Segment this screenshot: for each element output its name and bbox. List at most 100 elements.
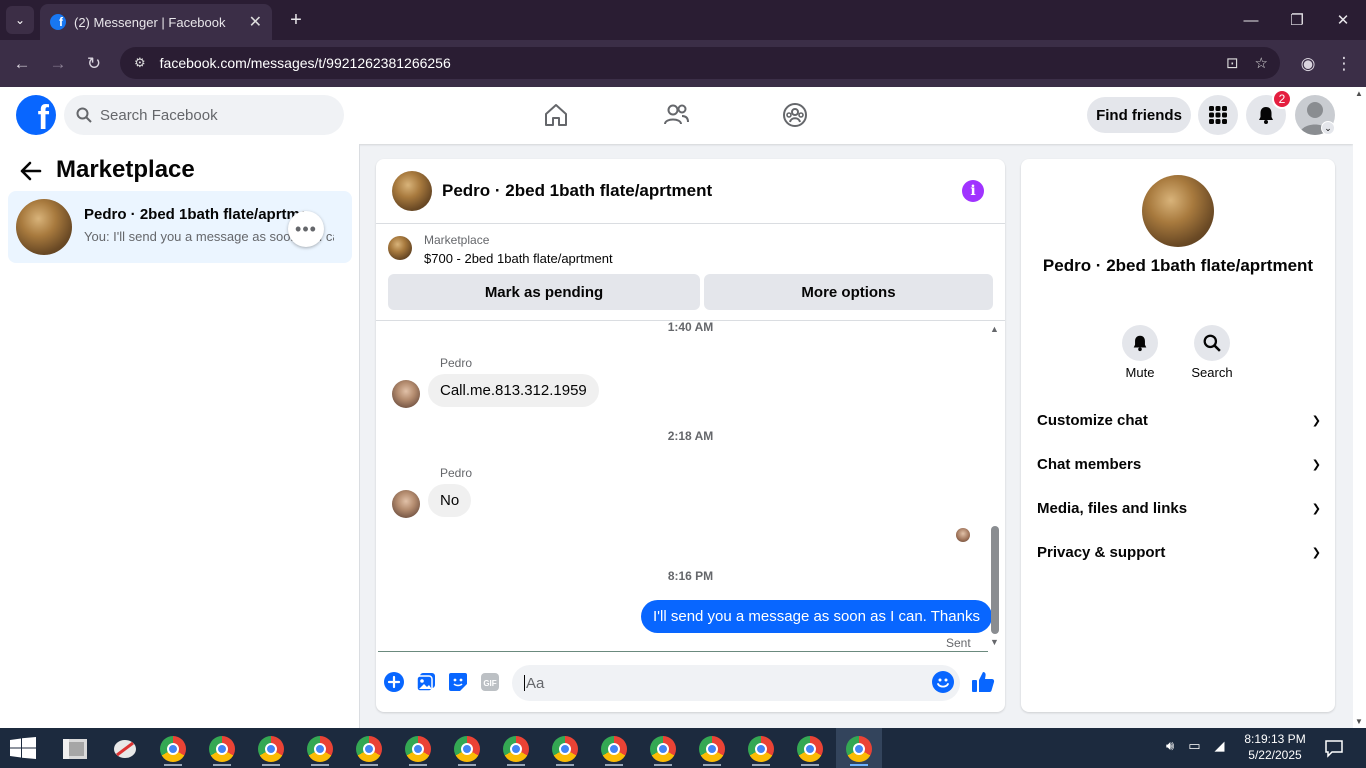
chrome-icon[interactable] bbox=[842, 732, 876, 766]
volume-icon[interactable]: 🔊︎ bbox=[1166, 738, 1174, 754]
chrome-icon[interactable] bbox=[450, 732, 484, 766]
message-input[interactable]: Aa bbox=[512, 665, 960, 701]
chrome-icon[interactable] bbox=[793, 732, 827, 766]
forward-button[interactable]: → bbox=[44, 50, 72, 78]
chrome-icon[interactable] bbox=[499, 732, 533, 766]
chrome-icon[interactable] bbox=[303, 732, 337, 766]
svg-text:GIF: GIF bbox=[483, 679, 496, 688]
notification-center-icon[interactable] bbox=[1324, 738, 1344, 758]
message-bubble[interactable]: No bbox=[428, 484, 472, 517]
facebook-search-input[interactable]: Search Facebook bbox=[64, 95, 344, 135]
bell-icon bbox=[1259, 107, 1273, 124]
reload-button[interactable]: ↻ bbox=[80, 50, 108, 78]
divider bbox=[376, 223, 1005, 224]
close-window-button[interactable]: ✕ bbox=[1328, 8, 1358, 32]
network-icon[interactable]: ◢ bbox=[1215, 738, 1225, 754]
search-placeholder: Search Facebook bbox=[100, 106, 218, 124]
timestamp: 1:40 AM bbox=[667, 320, 714, 334]
groups-icon[interactable] bbox=[779, 99, 811, 131]
maximize-button[interactable]: ❐ bbox=[1282, 8, 1312, 32]
chrome-icon[interactable] bbox=[597, 732, 631, 766]
scroll-down-arrow-icon[interactable]: ▼ bbox=[990, 637, 999, 647]
timestamp: 8:16 PM bbox=[667, 569, 714, 583]
home-icon[interactable] bbox=[540, 99, 572, 131]
address-bar[interactable]: ⚙ facebook.com/messages/t/99212623812662… bbox=[120, 47, 1280, 79]
scroll-up-arrow-icon[interactable]: ▲ bbox=[1355, 89, 1363, 98]
battery-icon[interactable]: ▭ bbox=[1188, 738, 1200, 754]
menu-grid-button[interactable] bbox=[1198, 95, 1238, 135]
file-explorer-icon[interactable] bbox=[58, 732, 92, 766]
chat-members-section[interactable]: Chat members ❯ bbox=[1037, 452, 1321, 476]
bookmark-star-icon[interactable]: ☆ bbox=[1255, 54, 1268, 72]
listing-title[interactable]: $700 - 2bed 1bath flate/aprtment bbox=[424, 251, 613, 266]
chrome-icon[interactable] bbox=[646, 732, 680, 766]
sticker-icon[interactable] bbox=[447, 671, 469, 693]
mute-button[interactable] bbox=[1122, 325, 1158, 361]
chat-avatar[interactable] bbox=[392, 171, 432, 211]
close-tab-icon[interactable]: ✕ bbox=[249, 12, 262, 32]
friends-icon[interactable] bbox=[660, 99, 692, 131]
site-settings-icon[interactable]: ⚙ bbox=[134, 55, 146, 71]
chrome-icon[interactable] bbox=[401, 732, 435, 766]
sender-avatar[interactable] bbox=[392, 380, 420, 408]
chrome-icon[interactable] bbox=[156, 732, 190, 766]
media-files-links-section[interactable]: Media, files and links ❯ bbox=[1037, 496, 1321, 520]
search-icon bbox=[1203, 334, 1221, 352]
new-tab-button[interactable]: + bbox=[284, 8, 308, 32]
install-app-icon[interactable]: ⊡ bbox=[1226, 54, 1239, 72]
search-in-chat-button[interactable] bbox=[1194, 325, 1230, 361]
photo-icon[interactable] bbox=[415, 671, 437, 693]
page-title: Marketplace bbox=[56, 156, 195, 183]
clock-time: 8:19:13 PM bbox=[1244, 732, 1306, 746]
chrome-icon[interactable] bbox=[254, 732, 288, 766]
page-scrollbar[interactable]: ▲ ▼ bbox=[1353, 87, 1366, 728]
info-icon[interactable]: i bbox=[962, 180, 984, 202]
tab-search-button[interactable]: ⌄ bbox=[6, 6, 34, 34]
profile-icon[interactable]: ◉ bbox=[1294, 50, 1322, 78]
find-friends-button[interactable]: Find friends bbox=[1087, 97, 1191, 133]
listing-thumbnail bbox=[388, 236, 412, 260]
taskbar-clock[interactable]: 8:19:13 PM 5/22/2025 bbox=[1240, 731, 1310, 763]
mark-as-pending-button[interactable]: Mark as pending bbox=[388, 274, 700, 310]
customize-chat-section[interactable]: Customize chat ❯ bbox=[1037, 408, 1321, 432]
sender-name: Pedro bbox=[440, 466, 473, 480]
outgoing-message-bubble[interactable]: I'll send you a message as soon as I can… bbox=[641, 600, 992, 633]
more-options-icon[interactable]: ••• bbox=[288, 211, 324, 247]
sender-avatar[interactable] bbox=[392, 490, 420, 518]
scroll-up-arrow-icon[interactable]: ▲ bbox=[990, 324, 999, 334]
tab-title: (2) Messenger | Facebook bbox=[74, 14, 226, 30]
chrome-icon[interactable] bbox=[695, 732, 729, 766]
windows-start-icon[interactable] bbox=[10, 737, 36, 759]
minimize-button[interactable]: — bbox=[1236, 8, 1266, 32]
chevron-down-icon: ❯ bbox=[1311, 546, 1321, 559]
privacy-support-section[interactable]: Privacy & support ❯ bbox=[1037, 540, 1321, 564]
details-avatar[interactable] bbox=[1142, 175, 1214, 247]
message-input-placeholder: Aa bbox=[526, 674, 545, 692]
chat-scrollbar-thumb[interactable] bbox=[991, 526, 999, 634]
chrome-icon[interactable] bbox=[548, 732, 582, 766]
listing-thumbnail bbox=[16, 199, 72, 255]
divider bbox=[378, 651, 988, 652]
grid-icon bbox=[1209, 106, 1227, 124]
emoji-icon[interactable] bbox=[932, 671, 954, 693]
snipping-tool-icon[interactable] bbox=[108, 732, 142, 766]
more-options-button[interactable]: More options bbox=[704, 274, 993, 310]
chrome-icon[interactable] bbox=[744, 732, 778, 766]
chevron-down-icon[interactable]: ⌄ bbox=[1321, 121, 1335, 135]
back-button[interactable]: ← bbox=[8, 50, 36, 78]
scroll-down-arrow-icon[interactable]: ▼ bbox=[1355, 717, 1363, 726]
browser-tab[interactable]: f (2) Messenger | Facebook ✕ bbox=[40, 4, 272, 40]
gif-icon[interactable]: GIF bbox=[479, 671, 501, 693]
chat-title[interactable]: Pedro · 2bed 1bath flate/aprtment bbox=[442, 181, 712, 201]
search-label: Search bbox=[1191, 365, 1233, 380]
chrome-icon[interactable] bbox=[205, 732, 239, 766]
thumbs-up-icon[interactable] bbox=[970, 669, 996, 695]
chrome-icon[interactable] bbox=[352, 732, 386, 766]
plus-icon[interactable] bbox=[383, 671, 405, 693]
clock-date: 5/22/2025 bbox=[1248, 748, 1302, 762]
message-bubble[interactable]: Call.me.813.312.1959 bbox=[428, 374, 599, 407]
search-icon bbox=[76, 106, 94, 124]
browser-menu-icon[interactable]: ⋮ bbox=[1330, 50, 1358, 78]
back-arrow-icon[interactable] bbox=[20, 158, 46, 184]
facebook-logo-icon[interactable]: f bbox=[16, 95, 56, 135]
